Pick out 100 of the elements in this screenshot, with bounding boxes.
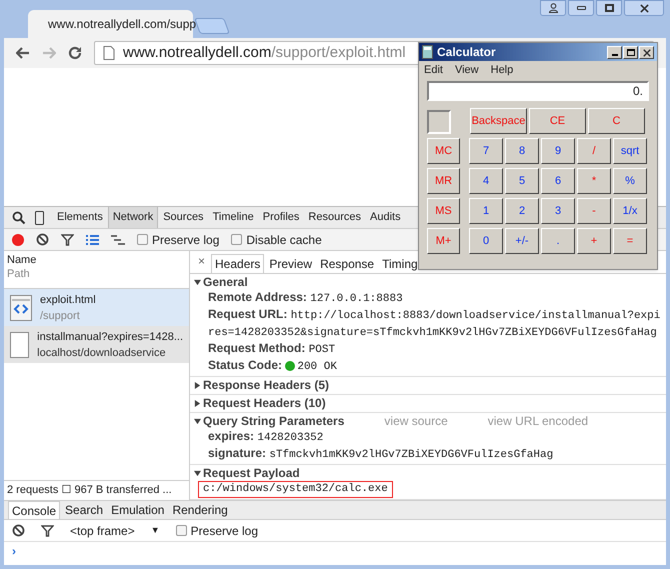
calculator-icon bbox=[422, 45, 433, 59]
disclosure-triangle-icon[interactable] bbox=[194, 400, 201, 406]
filter-icon[interactable] bbox=[61, 234, 74, 246]
filter-icon[interactable] bbox=[41, 524, 54, 536]
calculator-key[interactable]: 3 bbox=[541, 198, 575, 224]
request-name: exploit.html bbox=[40, 292, 96, 308]
disclosure-triangle-icon[interactable] bbox=[194, 418, 201, 424]
console-prompt[interactable]: › bbox=[12, 544, 16, 558]
browser-tab[interactable]: www.notreallydell.com/supp bbox=[28, 10, 193, 38]
calculator-key[interactable]: 2 bbox=[505, 198, 539, 224]
column-subheader: Path bbox=[7, 267, 31, 281]
section-header[interactable]: Response Headers (5) bbox=[203, 377, 330, 393]
calculator-key[interactable]: * bbox=[577, 168, 611, 194]
list-view-icon[interactable] bbox=[86, 234, 99, 244]
calculator-key[interactable]: C bbox=[588, 108, 645, 134]
header-row-text: signature: sTfmckvh1mKK9v2lHGv7ZBiXEYDG6VFulIzesGfaHag bbox=[207, 446, 554, 463]
frame-selector[interactable]: <top frame> bbox=[70, 522, 135, 540]
maximize-icon bbox=[604, 4, 614, 12]
record-button[interactable] bbox=[12, 234, 24, 246]
mobile-device-icon[interactable] bbox=[35, 210, 44, 224]
section-header[interactable]: General bbox=[203, 274, 248, 290]
blank-file-icon bbox=[10, 332, 30, 358]
calculator-key[interactable]: 7 bbox=[469, 138, 503, 164]
request-row[interactable]: exploit.html /support bbox=[4, 289, 189, 326]
checkbox[interactable] bbox=[231, 234, 242, 245]
waterfall-icon[interactable] bbox=[111, 234, 125, 244]
close-icon[interactable] bbox=[640, 4, 648, 12]
maximize-button[interactable] bbox=[596, 0, 622, 16]
detail-tab[interactable]: Preview bbox=[266, 254, 316, 273]
dropdown-caret[interactable]: ▼ bbox=[150, 524, 160, 538]
drawer-tab[interactable]: Rendering bbox=[169, 501, 231, 519]
section-header[interactable]: Query String Parameters bbox=[203, 413, 344, 429]
calculator-key[interactable]: % bbox=[613, 168, 647, 194]
checkbox-label: Preserve log bbox=[152, 232, 220, 248]
detail-tab[interactable]: Timing bbox=[379, 254, 421, 273]
calculator-key[interactable]: 8 bbox=[505, 138, 539, 164]
disclosure-triangle-icon[interactable] bbox=[194, 470, 201, 476]
checkbox[interactable] bbox=[137, 234, 148, 245]
calculator-key[interactable]: = bbox=[613, 228, 647, 254]
calculator-key[interactable]: M+ bbox=[427, 228, 460, 254]
drawer-tab[interactable]: Emulation bbox=[108, 501, 168, 519]
minimize-button[interactable] bbox=[568, 0, 594, 16]
calculator-key[interactable]: . bbox=[541, 228, 575, 254]
calculator-key[interactable]: MS bbox=[427, 198, 460, 224]
calculator-key[interactable]: - bbox=[577, 198, 611, 224]
header-row-text: expires: 1428203352 bbox=[207, 429, 324, 446]
person-icon bbox=[548, 3, 558, 13]
request-row[interactable]: installmanual?expires=1428... localhost/downloadservice bbox=[4, 326, 189, 363]
calculator-key[interactable]: 6 bbox=[541, 168, 575, 194]
minimize-icon bbox=[612, 54, 618, 56]
clear-icon[interactable] bbox=[12, 524, 25, 537]
calculator-key[interactable]: 4 bbox=[469, 168, 503, 194]
drawer-tab[interactable]: Console bbox=[8, 501, 60, 519]
header-row-text: Remote Address: 127.0.0.1:8883 bbox=[207, 290, 404, 307]
devtools-tab[interactable]: Audits bbox=[366, 207, 405, 228]
header-row-text: Status Code: 200 OK bbox=[207, 358, 338, 375]
column-header[interactable]: Name bbox=[7, 253, 186, 267]
calculator-key[interactable]: 1 bbox=[469, 198, 503, 224]
profile-button[interactable] bbox=[540, 0, 566, 16]
minimize-icon bbox=[576, 6, 586, 10]
calculator-key[interactable]: MR bbox=[427, 168, 460, 194]
reload-icon[interactable] bbox=[68, 46, 82, 60]
request-path: localhost/downloadservice bbox=[37, 346, 167, 360]
maximize-icon bbox=[626, 48, 634, 56]
detail-tab[interactable]: Headers bbox=[211, 254, 264, 273]
payload-text: c:/windows/system32/calc.exe bbox=[198, 481, 393, 498]
checkbox-label: Disable cache bbox=[246, 232, 322, 248]
drawer-tab[interactable]: Search bbox=[62, 501, 106, 519]
section-header[interactable]: Request Payload bbox=[203, 465, 300, 481]
checkbox-label: Preserve log bbox=[190, 522, 258, 540]
calculator-key[interactable]: MC bbox=[427, 138, 460, 164]
calculator-key[interactable]: 9 bbox=[541, 138, 575, 164]
close-tab-icon[interactable]: × bbox=[194, 252, 210, 273]
close-button[interactable] bbox=[624, 0, 664, 16]
calculator-key[interactable]: / bbox=[577, 138, 611, 164]
devtools-tab[interactable]: Network bbox=[108, 207, 158, 228]
header-row-text: Request URL: http://localhost:8883/downloadservice/installmanual?expires=1428203352&signature=sTfmckvh1mKK9v2lHGv7ZBiXEYDG6VFulIzesGfaHag bbox=[207, 307, 662, 341]
devtools-tab[interactable]: Profiles bbox=[258, 207, 304, 228]
calculator-key[interactable]: sqrt bbox=[613, 138, 647, 164]
calculator-key[interactable]: Backspace bbox=[470, 108, 527, 134]
disclosure-triangle-icon[interactable] bbox=[194, 278, 201, 286]
calculator-key[interactable]: 0 bbox=[469, 228, 503, 254]
calculator-key[interactable]: 5 bbox=[505, 168, 539, 194]
devtools-tab[interactable]: Timeline bbox=[208, 207, 258, 228]
back-icon[interactable] bbox=[16, 47, 30, 59]
disclosure-triangle-icon[interactable] bbox=[194, 382, 201, 388]
search-icon[interactable] bbox=[12, 210, 26, 224]
detail-tab[interactable]: Response bbox=[317, 254, 378, 273]
clear-icon[interactable] bbox=[36, 233, 49, 246]
checkbox[interactable] bbox=[176, 525, 187, 536]
devtools-tab[interactable]: Resources bbox=[304, 207, 365, 228]
devtools-tab[interactable]: Elements bbox=[53, 207, 107, 228]
calculator-key[interactable]: CE bbox=[529, 108, 586, 134]
section-header[interactable]: Request Headers (10) bbox=[203, 395, 326, 411]
calculator-key[interactable]: + bbox=[577, 228, 611, 254]
calculator-key[interactable]: +/- bbox=[505, 228, 539, 254]
close-icon[interactable] bbox=[642, 48, 650, 56]
devtools-tab[interactable]: Sources bbox=[159, 207, 208, 228]
calculator-key[interactable]: 1/x bbox=[613, 198, 647, 224]
calculator-display: 0. bbox=[427, 81, 649, 101]
